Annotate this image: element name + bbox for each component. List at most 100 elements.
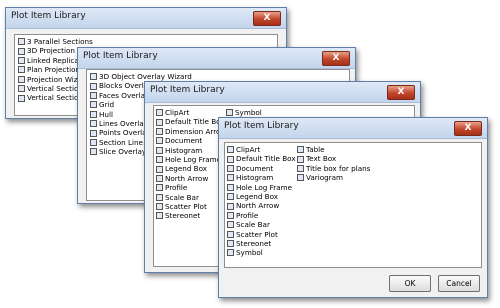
title-bar[interactable]: Plot Item Library X xyxy=(145,82,420,103)
item-label: Profile xyxy=(165,183,188,193)
item-column: Symbol xyxy=(226,108,262,117)
list-item[interactable]: Table xyxy=(297,145,370,154)
list-item[interactable]: Scale Bar xyxy=(156,193,226,202)
list-item[interactable]: 3D Object Overlay Wizard xyxy=(90,72,192,81)
cancel-button[interactable]: Cancel xyxy=(438,275,480,292)
list-item[interactable]: Legend Box xyxy=(227,192,296,201)
item-column: ClipArt Default Title Box Document Histogra… xyxy=(227,145,296,258)
list-item[interactable]: Stereonet xyxy=(156,211,226,220)
list-item[interactable]: Legend Box xyxy=(156,164,226,173)
item-icon xyxy=(18,38,25,46)
item-icon xyxy=(156,184,163,192)
item-icon xyxy=(297,174,304,182)
list-item[interactable]: Document xyxy=(227,164,296,173)
item-label: Stereonet xyxy=(165,211,201,221)
item-icon xyxy=(90,82,97,90)
item-label: Slice Overlay xyxy=(99,147,147,157)
item-label: Scale Bar xyxy=(236,220,270,230)
list-item[interactable]: 3 Parallel Sections xyxy=(18,37,93,46)
item-icon xyxy=(227,211,234,219)
item-icon xyxy=(227,202,234,210)
item-icon xyxy=(90,101,97,109)
item-icon xyxy=(90,148,97,156)
list-item[interactable]: Scatter Plot xyxy=(227,230,296,239)
item-label: Scatter Plot xyxy=(165,201,207,211)
item-label: Stereonet xyxy=(236,238,272,248)
list-item[interactable]: Hole Log Frame xyxy=(156,155,226,164)
item-label: Legend Box xyxy=(236,191,279,201)
list-item[interactable]: ClipArt xyxy=(156,108,226,117)
list-item[interactable]: Symbol xyxy=(226,108,262,117)
list-item[interactable]: Symbol xyxy=(227,248,296,257)
list-item[interactable]: Hole Log Frame xyxy=(227,183,296,192)
title-bar[interactable]: Plot Item Library X xyxy=(219,118,487,139)
list-item[interactable]: Default Title Box xyxy=(227,154,296,163)
list-item[interactable]: Scatter Plot xyxy=(156,202,226,211)
plot-item-library-window-4: Plot Item Library X ClipArt Default Title… xyxy=(218,117,488,298)
close-button[interactable]: X xyxy=(253,11,281,26)
close-button[interactable]: X xyxy=(387,85,415,100)
item-icon xyxy=(156,193,163,201)
item-icon xyxy=(227,193,234,201)
item-column: ClipArt Default Title Box Dimension Arrow D… xyxy=(156,108,226,221)
item-icon xyxy=(156,156,163,164)
list-item[interactable]: Default Title Box xyxy=(156,117,226,126)
item-icon xyxy=(226,109,233,117)
item-icon xyxy=(156,127,163,135)
item-icon xyxy=(227,249,234,257)
item-label: Grid xyxy=(99,100,115,110)
item-label: Histogram xyxy=(165,145,203,155)
title-bar[interactable]: Plot Item Library X xyxy=(78,48,355,69)
item-label: Text Box xyxy=(306,154,337,164)
item-icon xyxy=(18,47,25,55)
list-item[interactable]: Title box for plans xyxy=(297,164,370,173)
item-label: Table xyxy=(306,145,325,154)
item-icon xyxy=(18,94,25,102)
item-icon xyxy=(18,75,25,83)
item-icon xyxy=(90,138,97,146)
list-item[interactable]: Dimension Arrow xyxy=(156,127,226,136)
item-label: Plan Projection xyxy=(27,65,81,75)
item-label: Hole Log Frame xyxy=(165,154,222,164)
item-label: Vertical Section xyxy=(27,83,83,93)
list-item[interactable]: Profile xyxy=(156,183,226,192)
item-icon xyxy=(90,110,97,118)
window-title: Plot Item Library xyxy=(83,51,158,61)
item-label: Legend Box xyxy=(165,164,208,174)
item-icon xyxy=(156,165,163,173)
item-icon xyxy=(18,85,25,93)
item-icon xyxy=(156,203,163,211)
item-label: Scatter Plot xyxy=(236,229,278,239)
item-column: Table Text Box Title box for plans Variogra… xyxy=(297,145,370,183)
list-item[interactable]: ClipArt xyxy=(227,145,296,154)
item-label: Profile xyxy=(236,210,259,220)
list-item[interactable]: Stereonet xyxy=(227,239,296,248)
list-item[interactable]: Profile xyxy=(227,211,296,220)
list-item[interactable]: Text Box xyxy=(297,154,370,163)
item-icon xyxy=(227,155,234,163)
item-icon xyxy=(18,66,25,74)
item-icon xyxy=(156,146,163,154)
item-icon xyxy=(90,73,97,81)
title-bar[interactable]: Plot Item Library X xyxy=(6,8,286,29)
item-label: Variogram xyxy=(306,173,344,183)
list-item[interactable]: North Arrow xyxy=(156,174,226,183)
item-icon xyxy=(156,212,163,220)
item-label: Scale Bar xyxy=(165,192,199,202)
list-item[interactable]: Histogram xyxy=(156,146,226,155)
item-icon xyxy=(90,91,97,99)
item-icon xyxy=(156,118,163,126)
list-item[interactable]: Scale Bar xyxy=(227,220,296,229)
list-item[interactable]: Variogram xyxy=(297,173,370,182)
list-item[interactable]: Histogram xyxy=(227,173,296,182)
ok-button[interactable]: OK xyxy=(389,275,431,292)
item-label: Vertical Section xyxy=(27,93,83,103)
list-item[interactable]: North Arrow xyxy=(227,201,296,210)
item-label: Default Title Box xyxy=(165,117,225,127)
item-icon xyxy=(90,120,97,128)
close-button[interactable]: X xyxy=(454,121,482,136)
list-item[interactable]: Document xyxy=(156,136,226,145)
item-icon xyxy=(90,129,97,137)
item-icon xyxy=(227,174,234,182)
close-button[interactable]: X xyxy=(322,51,350,66)
